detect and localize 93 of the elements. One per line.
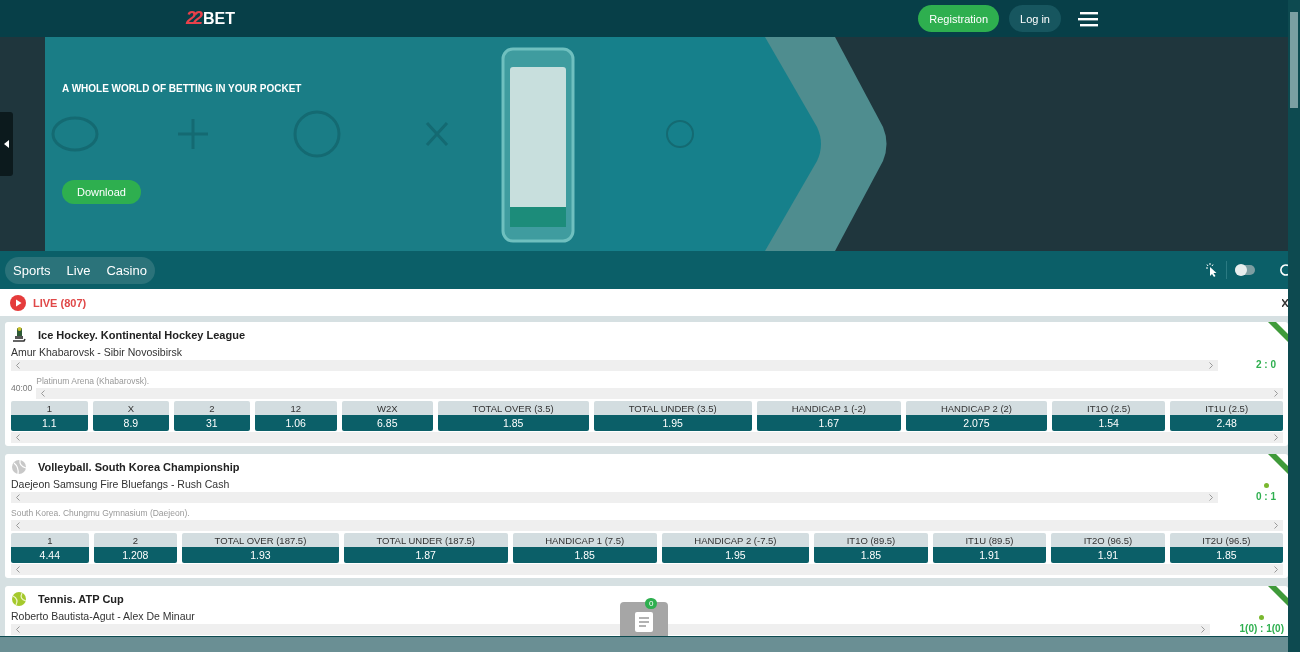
odds-button[interactable]: 1.91: [1051, 547, 1165, 563]
venue-text: Platinum Arena (Khabarovsk).: [36, 376, 151, 386]
market-label: 12: [254, 401, 337, 415]
market-label: X: [92, 401, 170, 415]
scroll-left-icon[interactable]: [16, 494, 20, 501]
scroll-right-icon[interactable]: [1274, 522, 1278, 529]
odds-button[interactable]: 2.075: [905, 415, 1047, 431]
odds-button[interactable]: 1.95: [593, 415, 752, 431]
market-label: HANDICAP 2 (2): [905, 401, 1047, 415]
market-label: IT1O (89.5): [814, 533, 928, 547]
odds-button[interactable]: 1.85: [1169, 547, 1283, 563]
refresh-icon[interactable]: [1280, 263, 1288, 277]
vertical-scrollbar[interactable]: [1288, 0, 1300, 652]
bet-count-badge: 0: [645, 598, 658, 609]
market-label: IT1U (89.5): [932, 533, 1047, 547]
odds-button[interactable]: 1.93: [182, 547, 339, 563]
market-label: HANDICAP 1 (-2): [756, 401, 901, 415]
market-label: W2X: [341, 401, 433, 415]
odds-button[interactable]: 1.67: [756, 415, 901, 431]
scroll-left-icon[interactable]: [16, 626, 20, 633]
match-score: 1(0) : 1(0): [1239, 623, 1284, 634]
odds-button[interactable]: 1.91: [932, 547, 1047, 563]
scroll-left-icon[interactable]: [16, 434, 20, 441]
odds-button[interactable]: 1.87: [343, 547, 508, 563]
odds-button[interactable]: 1.54: [1052, 415, 1166, 431]
market-label: 1: [11, 533, 89, 547]
scroll-left-icon[interactable]: [16, 522, 20, 529]
caret-icon: [3, 140, 10, 148]
document-icon: [635, 612, 653, 632]
play-icon: [10, 294, 26, 311]
market-label: IT2O (96.5): [1051, 533, 1165, 547]
scroll-left-icon[interactable]: [16, 566, 20, 573]
market-label: HANDICAP 1 (7.5): [512, 533, 657, 547]
market-label: TOTAL OVER (3.5): [437, 401, 589, 415]
league-title[interactable]: Tennis. ATP Cup: [38, 593, 124, 605]
odds-button[interactable]: 1.1: [11, 415, 88, 431]
toggle-switch[interactable]: [1235, 265, 1255, 275]
click-cursor-icon[interactable]: [1206, 263, 1218, 277]
match-score: 2 : 0: [1256, 359, 1276, 370]
login-button[interactable]: Log in: [1009, 5, 1061, 32]
market-label: IT2U (96.5): [1169, 533, 1283, 547]
odds-button[interactable]: 1.85: [814, 547, 928, 563]
scroll-right-icon[interactable]: [1274, 390, 1278, 397]
section-link[interactable]: Casino: [106, 262, 147, 278]
live-count[interactable]: LIVE (807): [33, 296, 87, 309]
match-score: 0 : 1: [1256, 491, 1276, 502]
scroll-right-icon[interactable]: [1274, 434, 1278, 441]
match-teams[interactable]: Amur Khabarovsk - Sibir Novosibirsk: [11, 343, 1246, 360]
scroll-right-icon[interactable]: [1209, 494, 1213, 501]
match-teams[interactable]: Daejeon Samsung Fire Bluefangs - Rush Cash: [11, 475, 1246, 492]
section-link[interactable]: Live: [66, 262, 91, 278]
corner-ribbon: [1268, 322, 1288, 342]
venue-text: South Korea. Chungmu Gymnasium (Daejeon).: [11, 508, 191, 518]
market-label: 1: [11, 401, 88, 415]
ball-icon: [11, 459, 27, 475]
banner-headline: A WHOLE WORLD OF BETTING IN YOUR POCKET: [62, 83, 302, 94]
match-teams[interactable]: Roberto Bautista-Agut - Alex De Minaur: [11, 607, 1238, 624]
market-label: TOTAL UNDER (187.5): [343, 533, 508, 547]
scroll-right-icon[interactable]: [1274, 566, 1278, 573]
odds-button[interactable]: 1.06: [254, 415, 337, 431]
section-link[interactable]: Sports: [13, 262, 51, 278]
hockey-player-icon: [11, 327, 27, 343]
market-label: IT1U (2.5): [1170, 401, 1284, 415]
tennis-ball-icon: [11, 591, 27, 607]
odds-button[interactable]: 4.44: [11, 547, 89, 563]
odds-button[interactable]: 1.85: [512, 547, 657, 563]
previous-slide-button[interactable]: [0, 112, 13, 176]
market-label: TOTAL OVER (187.5): [182, 533, 339, 547]
league-title[interactable]: Volleyball. South Korea Championship: [38, 461, 240, 473]
match-time: 40:00: [11, 383, 33, 395]
odds-button[interactable]: 2.48: [1170, 415, 1284, 431]
odds-button[interactable]: 31: [174, 415, 250, 431]
menu-icon[interactable]: [1078, 10, 1098, 27]
market-label: 2: [174, 401, 250, 415]
scroll-right-icon[interactable]: [1200, 626, 1205, 633]
market-label: TOTAL UNDER (3.5): [593, 401, 752, 415]
scroll-left-icon[interactable]: [41, 390, 46, 397]
market-label: HANDICAP 2 (-7.5): [661, 533, 810, 547]
corner-ribbon: [1268, 586, 1288, 606]
league-title[interactable]: Ice Hockey. Kontinental Hockey League: [38, 329, 246, 341]
market-label: IT1O (2.5): [1052, 401, 1166, 415]
corner-ribbon: [1268, 454, 1288, 474]
scroll-right-icon[interactable]: [1209, 362, 1213, 369]
scroll-left-icon[interactable]: [16, 362, 20, 369]
odds-button[interactable]: 1.208: [93, 547, 178, 563]
close-icon[interactable]: [1282, 299, 1288, 307]
horizontal-scrollbar[interactable]: [0, 636, 1288, 652]
odds-button[interactable]: 1.95: [661, 547, 810, 563]
odds-button[interactable]: 8.9: [92, 415, 170, 431]
bet-slip-button[interactable]: [620, 602, 668, 636]
market-label: 2: [93, 533, 178, 547]
odds-button[interactable]: 1.85: [437, 415, 589, 431]
odds-button[interactable]: 6.85: [341, 415, 433, 431]
